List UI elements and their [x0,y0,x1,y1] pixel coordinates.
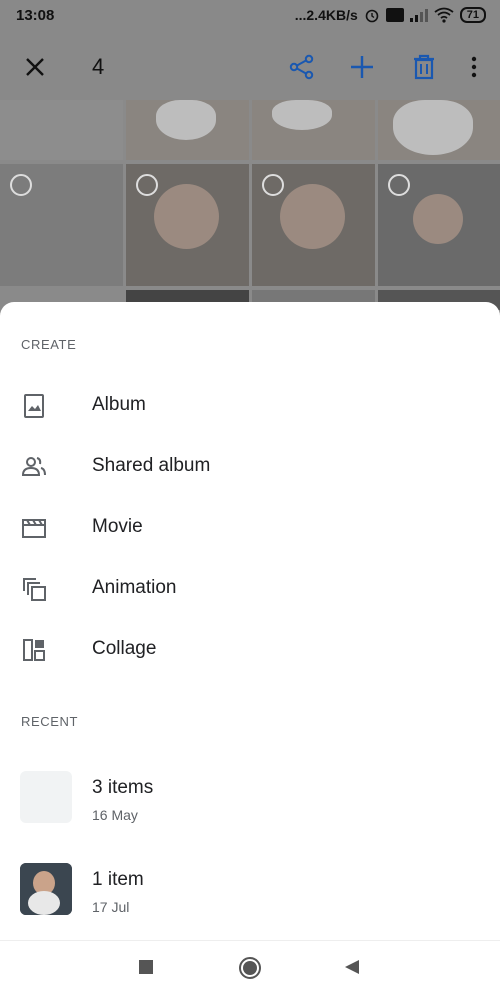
more-icon[interactable] [460,53,488,81]
photo-thumbnail[interactable] [252,164,375,286]
photo-thumbnail[interactable] [378,100,500,160]
recent-item-thumbnail [20,863,72,915]
wifi-icon [434,7,454,23]
system-navigation-bar [0,940,500,1000]
selection-toolbar: 4 [0,34,500,100]
create-bottom-sheet: CREATE Album Shared album Movie Animatio… [0,302,500,940]
menu-item-collage[interactable]: Collage [0,620,500,680]
menu-item-label: Collage [92,638,157,659]
recent-item[interactable]: 3 items 16 May [0,771,500,851]
back-triangle-icon[interactable] [344,959,360,975]
status-indicators: ...2.4KB/s 71 [295,7,486,23]
add-icon[interactable] [348,53,376,81]
recent-item-date: 16 May [92,807,138,823]
photo-grid [0,100,500,310]
photo-thumbnail[interactable] [378,164,500,286]
photo-thumbnail[interactable] [0,164,123,286]
alarm-icon [365,9,379,23]
album-icon [24,394,44,418]
status-bar: 13:08 ...2.4KB/s 71 [0,0,500,34]
menu-item-animation[interactable]: Animation [0,559,500,619]
recents-square-icon[interactable] [138,959,154,975]
menu-item-label: Shared album [92,455,211,476]
menu-item-movie[interactable]: Movie [0,498,500,558]
photo-thumbnail[interactable] [252,100,375,160]
photo-thumbnail[interactable] [126,164,249,286]
menu-item-label: Movie [92,516,143,537]
animation-icon [23,578,46,601]
recent-item-title: 1 item [92,869,144,890]
menu-item-shared-album[interactable]: Shared album [0,437,500,497]
share-icon[interactable] [288,53,316,81]
recent-section-label: RECENT [21,714,79,729]
photo-thumbnail[interactable] [0,100,123,160]
signal-icon [409,9,428,22]
select-circle[interactable] [10,174,32,196]
recent-item-title: 3 items [92,777,154,798]
selected-count: 4 [92,54,105,79]
select-circle[interactable] [388,174,410,196]
photo-thumbnail[interactable] [126,100,249,160]
create-section-label: CREATE [21,337,77,352]
home-circle-icon[interactable] [238,956,262,980]
collage-icon [23,639,45,661]
select-circle[interactable] [262,174,284,196]
select-circle[interactable] [136,174,158,196]
status-time: 13:08 [16,7,55,24]
battery-indicator: 71 [459,7,486,23]
trash-icon[interactable] [410,53,438,81]
shared-album-icon [21,457,46,476]
volte-icon [385,8,404,22]
menu-item-album[interactable]: Album [0,376,500,436]
menu-item-label: Animation [92,577,177,598]
network-speed: ...2.4KB/s [294,7,358,23]
menu-item-label: Album [92,394,146,415]
close-icon[interactable] [22,54,48,80]
movie-icon [22,519,46,538]
recent-item-thumbnail [20,771,72,823]
recent-item-date: 17 Jul [92,899,130,915]
recent-item[interactable]: 1 item 17 Jul [0,863,500,943]
